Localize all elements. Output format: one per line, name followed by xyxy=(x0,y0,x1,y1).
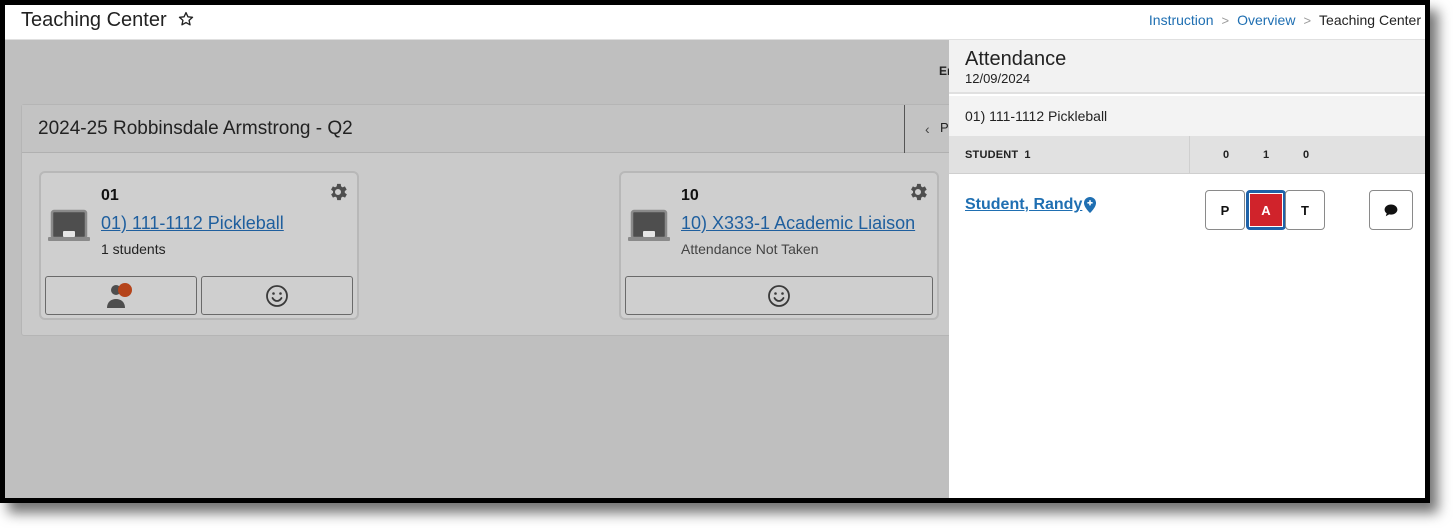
divider xyxy=(1189,136,1190,174)
attendance-header: Attendance 12/09/2024 xyxy=(949,40,1425,94)
gear-icon[interactable] xyxy=(907,181,929,203)
term-title: 2024-25 Robbinsdale Armstrong - Q2 xyxy=(38,118,353,139)
teaching-center-main: Er 2024-25 Robbinsdale Armstrong - Q2 ‹ … xyxy=(5,40,961,498)
attendance-date: 12/09/2024 xyxy=(965,71,1031,86)
chevron-left-icon[interactable]: ‹ xyxy=(925,121,930,137)
breadcrumb-instruction[interactable]: Instruction xyxy=(1149,12,1214,28)
absent-label: A xyxy=(1249,193,1283,227)
attendance-table-header: STUDENT 1 0 1 0 xyxy=(949,136,1425,174)
classroom-board-icon xyxy=(628,209,670,241)
seating-chart-button[interactable] xyxy=(625,276,933,315)
screenshot-frame: Teaching Center Instruction > Overview >… xyxy=(0,0,1430,503)
period-number: 01 xyxy=(101,187,119,204)
top-header: Teaching Center Instruction > Overview >… xyxy=(5,5,1425,40)
page-title: Teaching Center xyxy=(21,9,167,31)
student-column-header: STUDENT 1 xyxy=(965,149,1031,161)
student-count: 1 xyxy=(1024,149,1031,161)
chevron-right-icon: > xyxy=(1303,12,1312,28)
divider xyxy=(904,105,905,153)
present-button[interactable]: P xyxy=(1205,190,1245,230)
present-count: 0 xyxy=(1223,149,1230,161)
period-number: 10 xyxy=(681,187,699,204)
attendance-section-bar: 01) 111-1112 Pickleball xyxy=(949,96,1425,136)
chevron-right-icon: > xyxy=(1221,12,1230,28)
course-link[interactable]: 10) X333-1 Academic Liaison xyxy=(681,213,915,234)
attendance-title: Attendance xyxy=(965,48,1067,70)
section-card: 10 10) X333-1 Academic Liaison Attendanc… xyxy=(619,171,939,320)
roster-attendance-icon xyxy=(107,282,132,308)
roster-attendance-button[interactable] xyxy=(45,276,197,315)
absent-count: 1 xyxy=(1263,149,1270,161)
gear-icon[interactable] xyxy=(327,181,349,203)
comment-button[interactable] xyxy=(1369,190,1413,230)
attendance-status: Attendance Not Taken xyxy=(681,241,819,257)
attendance-panel: Attendance 12/09/2024 01) 111-1112 Pickl… xyxy=(949,40,1425,498)
student-label: STUDENT xyxy=(965,149,1019,161)
term-panel: 2024-25 Robbinsdale Armstrong - Q2 ‹ Pr … xyxy=(21,104,961,336)
tardy-button[interactable]: T xyxy=(1285,190,1325,230)
classroom-board-icon xyxy=(48,209,90,241)
card-actions xyxy=(625,276,933,316)
tardy-count: 0 xyxy=(1303,149,1310,161)
student-name-link[interactable]: Student, Randy xyxy=(965,196,1082,214)
smiley-icon xyxy=(266,284,288,307)
student-row: Student, Randy P A T xyxy=(949,175,1425,235)
breadcrumb-overview[interactable]: Overview xyxy=(1237,12,1295,28)
location-pin-icon[interactable] xyxy=(1084,197,1096,213)
smiley-icon xyxy=(768,284,790,307)
term-header: 2024-25 Robbinsdale Armstrong - Q2 ‹ Pr xyxy=(22,105,960,153)
attendance-section-name: 01) 111-1112 Pickleball xyxy=(965,108,1108,124)
breadcrumb: Instruction > Overview > Teaching Center xyxy=(1149,12,1421,28)
course-link[interactable]: 01) 111-1112 Pickleball xyxy=(101,213,284,234)
card-actions xyxy=(45,276,353,316)
breadcrumb-current: Teaching Center xyxy=(1319,12,1421,28)
seating-chart-button[interactable] xyxy=(201,276,353,315)
absent-button-selected[interactable]: A xyxy=(1246,190,1286,230)
favorite-star-icon[interactable] xyxy=(177,10,195,28)
student-count: 1 students xyxy=(101,241,166,257)
comment-bubble-icon xyxy=(1384,204,1398,216)
section-card: 01 01) 111-1112 Pickleball 1 students xyxy=(39,171,359,320)
